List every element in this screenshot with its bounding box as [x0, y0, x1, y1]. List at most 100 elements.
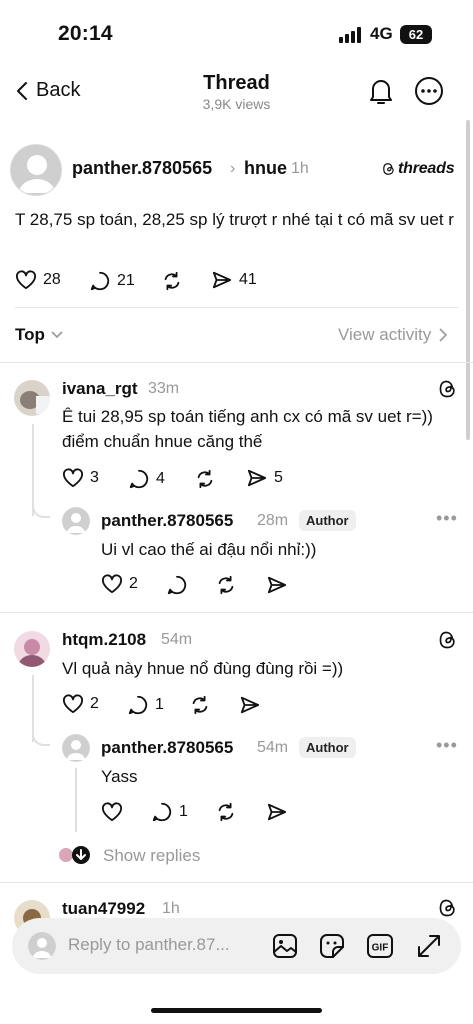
author-badge: Author	[299, 737, 356, 758]
reply-count: 1	[155, 696, 164, 713]
comment-time: 54m	[161, 631, 193, 648]
signal-icon	[339, 27, 363, 43]
home-indicator[interactable]	[151, 1008, 322, 1013]
reply-button[interactable]: 4	[128, 468, 165, 490]
avatar[interactable]	[62, 507, 90, 535]
comment-text: Ê tui 28,95 sp toán tiếng anh cx có mã s…	[62, 407, 433, 451]
comment-time: 1h	[162, 900, 180, 917]
divider	[0, 362, 473, 363]
comment-icon	[89, 270, 111, 292]
repost-icon[interactable]	[215, 574, 237, 596]
heart-icon	[15, 270, 37, 290]
heart-icon	[101, 574, 123, 594]
reply-username[interactable]: panther.8780565	[101, 738, 233, 758]
status-time: 20:14	[58, 22, 113, 45]
like-button[interactable]: 3	[62, 468, 99, 488]
more-icon[interactable]	[414, 76, 444, 106]
share-icon	[211, 270, 233, 290]
author-badge: Author	[299, 510, 356, 531]
repost-icon[interactable]	[189, 694, 211, 716]
heart-icon	[62, 468, 84, 488]
more-icon[interactable]: •••	[436, 735, 458, 756]
like-count: 3	[90, 469, 99, 486]
show-replies-button[interactable]: Show replies	[103, 846, 200, 866]
like-button[interactable]: 2	[62, 694, 99, 714]
post-topic[interactable]: hnue	[244, 158, 287, 179]
share-icon[interactable]	[266, 802, 288, 822]
comment-username[interactable]: ivana_rgt	[62, 379, 138, 399]
divider	[0, 612, 473, 613]
avatar	[28, 932, 56, 960]
more-icon[interactable]: •••	[436, 508, 458, 529]
repost-button[interactable]	[161, 270, 183, 292]
comment-username[interactable]: htqm.2108	[62, 630, 146, 650]
reply-button[interactable]: 1	[127, 694, 164, 716]
view-activity-label: View activity	[338, 325, 432, 344]
threads-logo-icon	[382, 161, 396, 177]
view-count: 3,9K views	[202, 96, 271, 112]
comment-icon	[127, 694, 149, 716]
reply-count: 21	[117, 272, 135, 289]
like-button[interactable]: 28	[15, 270, 61, 290]
post-username[interactable]: panther.8780565	[72, 158, 212, 179]
scrollbar[interactable]	[466, 120, 470, 440]
thread-connector	[32, 728, 50, 746]
repost-icon[interactable]	[215, 801, 237, 823]
comment-text: Vl quả này hnue nổ đùng đùng rồi =))	[62, 659, 344, 678]
page-title: Thread	[203, 72, 270, 94]
reply-time: 54m	[257, 739, 289, 756]
network-type: 4G	[370, 24, 393, 43]
avatar[interactable]	[10, 144, 62, 196]
repost-button[interactable]	[194, 468, 216, 490]
thread-connector	[32, 500, 50, 518]
share-icon	[246, 468, 268, 488]
post-text: T 28,75 sp toán, 28,25 sp lý trượt r nhé…	[15, 210, 454, 229]
share-button[interactable]: 5	[246, 468, 283, 488]
reply-button[interactable]: 21	[89, 270, 135, 292]
image-icon[interactable]	[272, 933, 298, 959]
comment-icon[interactable]	[166, 574, 188, 596]
gif-icon[interactable]: GIF	[366, 933, 394, 959]
share-count: 41	[239, 271, 257, 288]
comment-username[interactable]: tuan47992	[62, 899, 145, 919]
threads-logo-icon	[438, 378, 458, 400]
share-icon[interactable]	[266, 575, 288, 595]
threads-brand: threads	[382, 160, 455, 178]
bell-icon[interactable]	[367, 76, 395, 106]
share-icon[interactable]	[239, 695, 261, 715]
comment-time: 33m	[148, 380, 180, 397]
reply-count: 1	[179, 803, 188, 820]
divider	[0, 882, 473, 883]
avatar[interactable]	[14, 631, 50, 667]
arrow-down-icon	[72, 846, 90, 864]
reply-button[interactable]: 1	[151, 801, 188, 823]
like-button[interactable]: 2	[101, 574, 138, 594]
threads-logo-icon	[438, 629, 458, 651]
heart-icon[interactable]	[101, 802, 123, 822]
expand-icon[interactable]	[416, 933, 442, 959]
reply-username[interactable]: panther.8780565	[101, 511, 233, 531]
heart-icon	[62, 694, 84, 714]
view-activity-link[interactable]: View activity	[338, 325, 448, 345]
reply-text: Yass	[101, 767, 138, 786]
like-count: 2	[90, 695, 99, 712]
reply-input[interactable]: Reply to panther.87...	[68, 935, 230, 955]
post-time: 1h	[291, 160, 309, 177]
comment-icon	[128, 468, 150, 490]
thread-line	[75, 768, 77, 832]
avatar[interactable]	[62, 734, 90, 762]
avatar[interactable]	[14, 380, 50, 416]
threads-logo-icon	[438, 897, 458, 919]
repost-icon	[194, 468, 216, 490]
sort-dropdown[interactable]: Top	[15, 325, 63, 345]
repost-icon	[161, 270, 183, 292]
share-count: 5	[274, 469, 283, 486]
reply-time: 28m	[257, 512, 289, 529]
like-count: 2	[129, 575, 138, 592]
reply-count: 4	[156, 470, 165, 487]
share-button[interactable]: 41	[211, 270, 257, 290]
sort-label: Top	[15, 325, 45, 344]
gif-label: GIF	[372, 943, 389, 954]
sticker-icon[interactable]	[319, 933, 345, 959]
chevron-down-icon	[51, 331, 63, 339]
